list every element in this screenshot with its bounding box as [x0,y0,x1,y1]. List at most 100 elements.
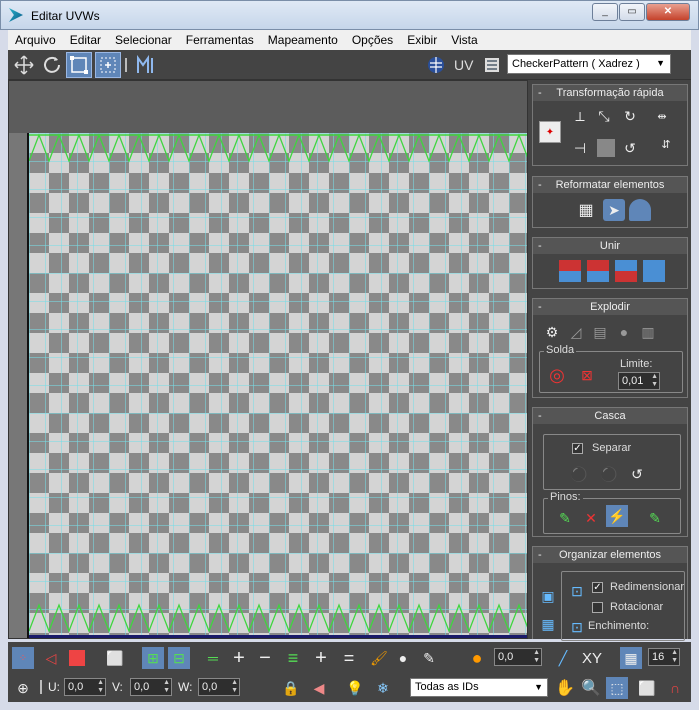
menu-selecionar[interactable]: Selecionar [108,33,179,47]
explode-header[interactable]: - Explodir [533,299,687,315]
stitch-custom-icon[interactable] [643,260,665,282]
edge-mode-icon[interactable]: ◁ [40,647,62,669]
lock-icon[interactable]: 🔒 [280,677,302,699]
ring-grow-icon[interactable]: + [310,647,332,669]
peel-header[interactable]: - Casca [533,408,687,424]
light-bulb-icon[interactable]: 💡 [344,677,366,699]
peel-mode-icon[interactable]: ⚫ [598,463,620,485]
brush-grow-icon[interactable]: ● [392,647,414,669]
stitch-to-target-icon[interactable] [559,260,581,282]
flatten-by-smoothing-icon[interactable]: ▤ [589,321,611,343]
v-spinner[interactable]: 0,0 ▲ ▼ [130,678,172,696]
rotate-checkbox[interactable] [592,602,603,613]
spinner-arrows-icon[interactable]: ▲ ▼ [533,649,540,665]
uv-viewport[interactable] [8,80,528,639]
u-spinner[interactable]: 0,0 ▲ ▼ [64,678,106,696]
paint-select-icon[interactable]: 🖌 [368,647,390,669]
texture-dropdown[interactable]: CheckerPattern ( Xadrez ) ▼ [507,54,671,74]
grid-size-spinner[interactable]: 16 ▲ ▼ [648,648,680,666]
stitch-header[interactable]: - Unir [533,238,687,254]
face-mode-icon[interactable] [66,647,88,669]
weld-target-icon[interactable]: ⊠ [576,364,598,386]
soft-selection-icon[interactable]: ● [466,647,488,669]
ring-icon[interactable]: ≡ [282,647,304,669]
align-vertical-icon[interactable]: ⊣ [569,137,591,159]
detach-edge-icon[interactable]: ◿ [565,321,587,343]
minimize-button[interactable]: _ [592,3,618,21]
pan-icon[interactable]: ✋ [554,677,576,699]
menu-mapeamento[interactable]: Mapeamento [261,33,345,47]
xy-label[interactable]: XY [582,650,602,667]
menu-opcoes[interactable]: Opções [345,33,400,47]
zoom-region-icon[interactable]: ⬚ [606,677,628,699]
mirror-tool-icon[interactable] [132,53,160,77]
straighten-icon[interactable] [597,139,615,157]
pack-icon[interactable]: ▣ [537,585,559,607]
scale-tool-icon[interactable] [66,52,92,78]
menu-exibir[interactable]: Exibir [400,33,444,47]
stitch-to-source-icon[interactable] [615,260,637,282]
material-id-dropdown[interactable]: Todas as IDs ▼ [410,678,548,697]
threshold-spinner[interactable]: 0,01 ▲ ▼ [618,372,660,390]
absolute-mode-icon[interactable]: ⊕ [12,677,34,699]
stitch-average-icon[interactable] [587,260,609,282]
align-diagonal-icon[interactable]: ⤡ [593,105,615,127]
show-map-icon[interactable] [424,53,448,77]
rotate-tool-icon[interactable] [40,53,64,77]
relax-icon[interactable]: ▦ [575,199,597,221]
spinner-arrows-icon[interactable]: ▲ ▼ [163,679,170,695]
soft-selection-spinner[interactable]: 0,0 ▲ ▼ [494,648,542,666]
pivot-icon[interactable]: ✦ [539,121,561,143]
align-horizontal-icon[interactable]: ⟂ [569,105,591,127]
flatten-by-polygon-icon[interactable]: ▥ [637,321,659,343]
spinner-arrows-icon[interactable]: ▲ ▼ [231,679,238,695]
falloff-line-icon[interactable]: ╱ [552,647,574,669]
reset-peel-icon[interactable]: ↺ [626,463,648,485]
ring-shrink-icon[interactable]: = [338,647,360,669]
pin-add-icon[interactable]: ✎ [554,507,576,529]
hide-icon[interactable]: ◀ [308,677,330,699]
move-tool-icon[interactable] [12,53,36,77]
pin-remove-icon[interactable]: ✕ [580,507,602,529]
pack-custom-icon[interactable]: ▦ [537,613,559,635]
space-horizontal-icon[interactable]: ⇹ [651,105,673,127]
rescale-icon[interactable]: ⊡ [566,580,588,602]
grid-snap-icon[interactable]: ▦ [620,647,642,669]
circle-icon[interactable] [629,199,651,221]
auto-pin-icon[interactable]: ⚡ [606,505,628,527]
loop-icon[interactable]: ═ [202,647,224,669]
space-vertical-icon[interactable]: ⇵ [655,133,677,155]
rescale-checkbox[interactable]: ✓ [592,582,603,593]
flatten-by-material-icon[interactable]: ● [613,321,635,343]
zoom-extents-icon[interactable]: ⬜ [636,677,658,699]
close-button[interactable]: ✕ [646,3,690,21]
rotate-ccw-icon[interactable]: ↺ [619,137,641,159]
element-mode-icon[interactable]: ⬜ [104,647,126,669]
loop-grow-icon[interactable]: + [228,647,250,669]
spinner-arrows-icon[interactable]: ▲ ▼ [671,649,678,665]
shrink-selection-icon[interactable]: ⊟ [168,647,190,669]
uv-space-label[interactable]: UV [454,57,473,73]
grow-selection-icon[interactable]: ⊞ [142,647,164,669]
brush-shrink-icon[interactable]: ✎ [418,647,440,669]
menu-ferramentas[interactable]: Ferramentas [179,33,261,47]
vertex-mode-icon[interactable]: ⁘ [12,647,34,669]
arrange-header[interactable]: - Organizar elementos [533,547,687,563]
rotate-cw-icon[interactable]: ↻ [619,105,641,127]
detach-checkbox[interactable]: ✓ [572,443,583,454]
freeform-tool-icon[interactable] [95,52,121,78]
quick-peel-icon[interactable]: ⚫ [568,463,590,485]
properties-icon[interactable] [482,53,502,77]
spinner-arrows-icon[interactable]: ▲ ▼ [97,679,104,695]
zoom-icon[interactable]: 🔍 [580,677,602,699]
quick-transform-header[interactable]: - Transformação rápida [533,85,687,101]
pin-select-icon[interactable]: ✎ [644,507,666,529]
straighten-selection-icon[interactable]: ➤ [603,199,625,221]
padding-icon[interactable]: ⊡ [566,616,588,638]
menu-vista[interactable]: Vista [444,33,484,47]
loop-shrink-icon[interactable]: − [254,647,276,669]
weld-selected-icon[interactable]: ◎ [546,364,568,386]
menu-editar[interactable]: Editar [63,33,108,47]
freeze-icon[interactable]: ❄ [372,677,394,699]
break-icon[interactable]: ⚙ [541,321,563,343]
